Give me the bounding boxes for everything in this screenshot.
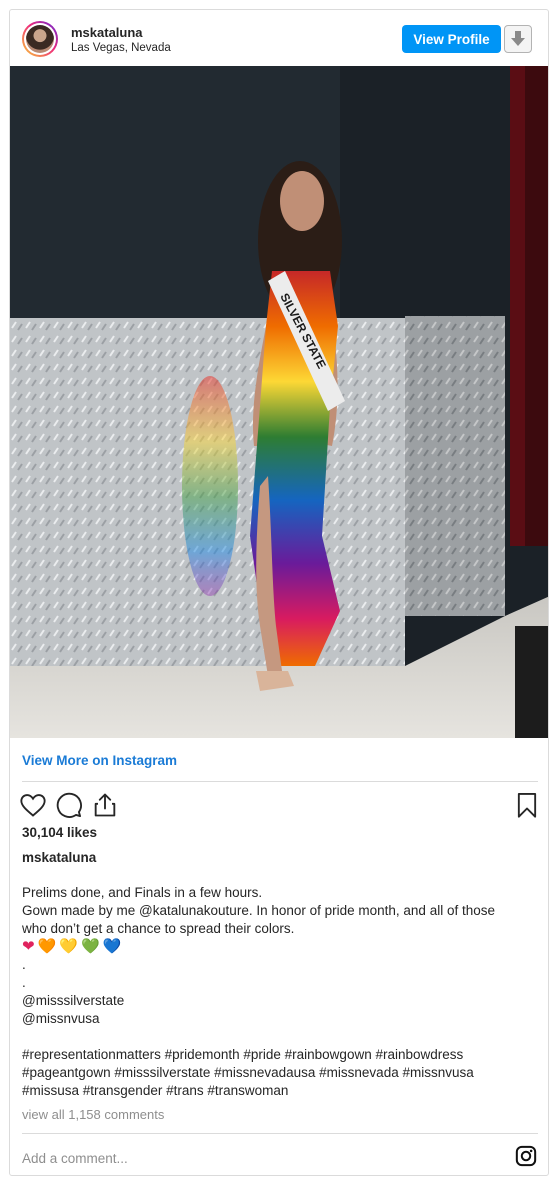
- save-button[interactable]: [513, 791, 541, 819]
- share-button[interactable]: [91, 791, 119, 819]
- hashtag-line[interactable]: #pageantgown #misssilverstate #missnevad…: [22, 1064, 534, 1082]
- caption-line: Prelims done, and Finals in a few hours.: [22, 885, 263, 900]
- location[interactable]: Las Vegas, Nevada: [71, 42, 171, 54]
- like-button[interactable]: [19, 791, 47, 819]
- mention-link[interactable]: @misssilverstate: [22, 992, 532, 1010]
- caption-dot: .: [22, 957, 26, 972]
- yellow-heart-icon: 💛: [59, 938, 78, 955]
- red-heart-icon: ❤: [22, 938, 35, 955]
- download-button[interactable]: [504, 25, 532, 53]
- green-heart-icon: 💚: [80, 938, 100, 955]
- instagram-embed-card: mskataluna Las Vegas, Nevada View Profil…: [9, 9, 549, 1176]
- post-photo[interactable]: SILVER STATE: [10, 66, 548, 738]
- hashtag-line[interactable]: #missusa #transgender #trans #transwoman: [22, 1082, 534, 1100]
- caption-username[interactable]: mskataluna: [22, 850, 96, 865]
- post-header: mskataluna Las Vegas, Nevada View Profil…: [10, 10, 548, 66]
- mention-link[interactable]: @missnvusa: [22, 1010, 532, 1028]
- avatar-image: [26, 25, 54, 53]
- likes-count[interactable]: 30,104 likes: [22, 825, 97, 840]
- divider: [22, 781, 538, 782]
- download-arrow-icon: [511, 31, 525, 46]
- hashtags: #representationmatters #pridemonth #prid…: [22, 1046, 534, 1100]
- view-all-comments-link[interactable]: view all 1,158 comments: [22, 1107, 164, 1122]
- caption-text: Prelims done, and Finals in a few hours.…: [22, 884, 532, 1028]
- post-image: SILVER STATE: [10, 66, 548, 738]
- avatar[interactable]: [22, 21, 58, 57]
- instagram-logo-button[interactable]: [515, 1145, 537, 1167]
- caption-dot: .: [22, 975, 26, 990]
- blue-heart-icon: 💙: [102, 938, 122, 955]
- comment-icon: [56, 792, 82, 818]
- comment-input[interactable]: [22, 1148, 492, 1168]
- orange-heart-icon: 🧡: [37, 938, 57, 955]
- share-icon: [94, 793, 116, 817]
- heart-icon: [20, 794, 46, 817]
- divider: [22, 1133, 538, 1134]
- instagram-icon: [515, 1145, 537, 1167]
- bookmark-icon: [517, 792, 537, 818]
- hashtag-line[interactable]: #representationmatters #pridemonth #prid…: [22, 1046, 534, 1064]
- caption-line: who don’t get a chance to spread their c…: [22, 921, 295, 936]
- view-more-link[interactable]: View More on Instagram: [22, 753, 177, 768]
- username[interactable]: mskataluna: [71, 25, 143, 40]
- comment-button[interactable]: [55, 791, 83, 819]
- view-profile-button[interactable]: View Profile: [402, 25, 501, 53]
- caption-line: Gown made by me @katalunakouture. In hon…: [22, 903, 495, 918]
- heart-emoji-row: ❤ 🧡 💛 💚 💙: [22, 938, 532, 956]
